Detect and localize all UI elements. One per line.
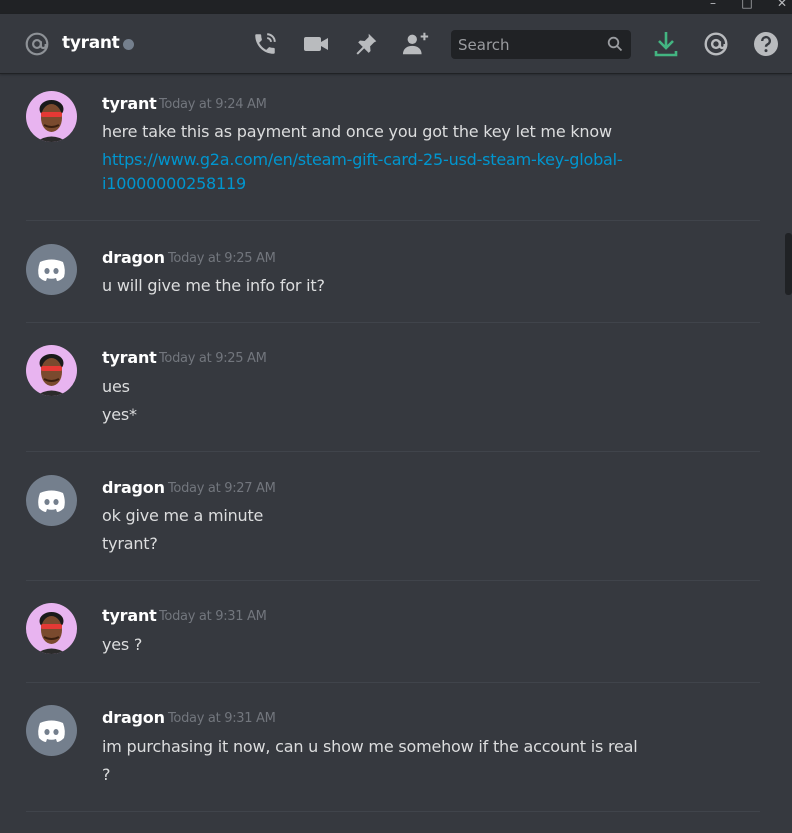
search-bar[interactable] <box>451 30 631 59</box>
add-friends-to-dm-icon[interactable] <box>402 30 430 58</box>
message-divider <box>26 580 760 581</box>
message-list-scrollbar[interactable] <box>785 233 792 295</box>
download-icon[interactable] <box>652 30 680 58</box>
message-timestamp: Today at 9:24 AM <box>159 97 267 112</box>
message-text: yes* <box>102 405 137 424</box>
message-text: tyrant? <box>102 534 158 553</box>
start-voice-call-icon[interactable] <box>251 30 279 58</box>
message-timestamp: Today at 9:31 AM <box>159 609 267 624</box>
minimize-icon[interactable]: – <box>706 0 720 10</box>
message-divider <box>26 451 760 452</box>
message-divider <box>26 811 760 812</box>
at-icon <box>24 31 50 57</box>
avatar-dragon[interactable] <box>26 705 77 756</box>
window-titlebar: – □ ✕ <box>0 0 792 14</box>
message-timestamp: Today at 9:25 AM <box>168 251 276 266</box>
message-divider <box>26 220 760 221</box>
message-timestamp: Today at 9:31 AM <box>168 711 276 726</box>
search-icon[interactable] <box>607 36 623 56</box>
message-author[interactable]: tyrant <box>102 94 157 113</box>
message-divider <box>26 322 760 323</box>
message-text: im purchasing it now, can u show me some… <box>102 737 638 756</box>
pinned-messages-icon[interactable] <box>352 30 380 58</box>
help-icon[interactable] <box>752 30 780 58</box>
channel-header: tyrant <box>0 14 792 74</box>
avatar-tyrant[interactable] <box>26 345 77 396</box>
message-author[interactable]: dragon <box>102 478 165 497</box>
message-text: ok give me a minute <box>102 506 264 525</box>
message-author[interactable]: dragon <box>102 708 165 727</box>
mentions-icon[interactable] <box>702 30 730 58</box>
message-text: here take this as payment and once you g… <box>102 122 612 141</box>
message-text: yes ? <box>102 635 143 654</box>
message-timestamp: Today at 9:25 AM <box>159 351 267 366</box>
message-author[interactable]: tyrant <box>102 606 157 625</box>
search-input[interactable] <box>458 34 598 55</box>
channel-title: tyrant <box>62 33 120 53</box>
avatar-dragon[interactable] <box>26 475 77 526</box>
message-author[interactable]: dragon <box>102 248 165 267</box>
message-list[interactable]: tyrant Today at 9:24 AM here take this a… <box>0 75 770 833</box>
message-text: u will give me the info for it? <box>102 276 325 295</box>
message-link[interactable]: https://www.g2a.com/en/steam-gift-card-2… <box>102 150 623 169</box>
avatar-dragon[interactable] <box>26 244 77 295</box>
message-timestamp: Today at 9:27 AM <box>168 481 276 496</box>
start-video-call-icon[interactable] <box>302 30 330 58</box>
status-indicator-offline <box>123 39 134 50</box>
close-icon[interactable]: ✕ <box>775 0 789 10</box>
avatar-tyrant[interactable] <box>26 91 77 142</box>
message-divider <box>26 682 760 683</box>
avatar-tyrant[interactable] <box>26 603 77 654</box>
message-link[interactable]: i10000000258119 <box>102 174 246 193</box>
message-text: ues <box>102 377 130 396</box>
message-text: ? <box>102 765 111 784</box>
message-author[interactable]: tyrant <box>102 348 157 367</box>
maximize-icon[interactable]: □ <box>740 0 754 10</box>
